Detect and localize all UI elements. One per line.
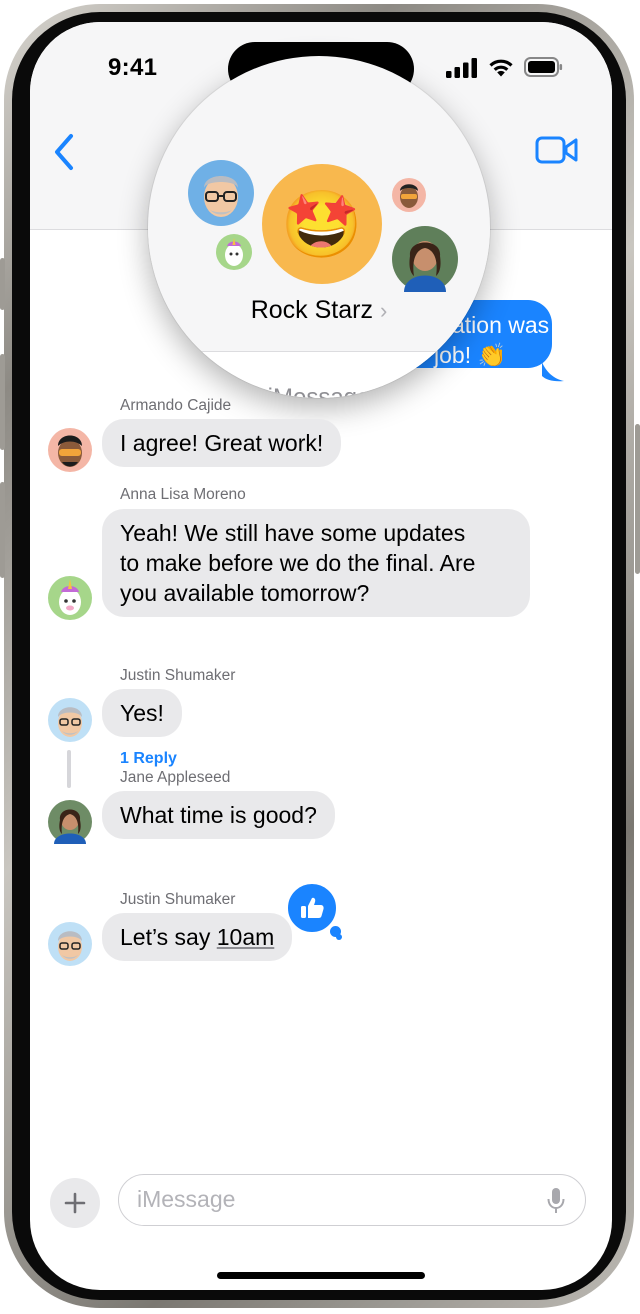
screen: 9:41 ation was job! 👏 iMessage — [30, 22, 612, 1290]
sender-name: Justin Shumaker — [120, 667, 236, 684]
message-text-line: Yeah! We still have some updates — [120, 520, 466, 546]
plus-icon — [64, 1192, 86, 1214]
justin-shumaker-avatar — [48, 698, 92, 742]
volume-down-button — [0, 482, 5, 578]
justin-shumaker-avatar — [48, 922, 92, 966]
action-button — [0, 258, 5, 310]
thumbs-up-icon — [301, 897, 324, 918]
anna-lisa-moreno-avatar — [216, 234, 252, 270]
message-text: What time is good? — [120, 802, 317, 828]
jane-appleseed-avatar — [48, 800, 92, 844]
microphone-icon[interactable] — [547, 1187, 565, 1215]
sender-name: Armando Cajide — [120, 397, 232, 414]
battery-icon — [524, 57, 563, 77]
message-bubble[interactable]: I agree! Great work! — [102, 419, 342, 467]
bubble-tail — [542, 362, 564, 382]
message-text: Yes! — [120, 700, 164, 726]
message-text-line: you available tomorrow? — [120, 580, 370, 606]
sender-name: Anna Lisa Moreno — [120, 486, 246, 503]
reply-count-link[interactable]: 1 Reply — [120, 750, 177, 768]
message-bubble[interactable]: What time is good? — [102, 791, 335, 839]
group-header-magnifier[interactable]: iMessage 🤩 Rock Starz › — [148, 56, 490, 398]
message-bubble[interactable]: Yes! — [102, 689, 182, 737]
plus-button[interactable] — [50, 1178, 100, 1228]
star-struck-emoji: 🤩 — [280, 187, 364, 261]
sender-name: Jane Appleseed — [120, 769, 231, 786]
justin-shumaker-avatar — [188, 160, 254, 226]
group-name-title[interactable]: Rock Starz › — [148, 296, 490, 325]
volume-up-button — [0, 354, 5, 450]
chevron-right-icon: › — [379, 298, 388, 323]
wifi-icon — [489, 59, 513, 77]
group-name: Rock Starz — [250, 296, 373, 324]
armando-cajide-avatar — [48, 428, 92, 472]
message-bubble[interactable]: Let’s say 10am — [102, 913, 293, 961]
cellular-signal-icon — [446, 58, 477, 78]
tapback-tail-small — [336, 934, 342, 940]
jane-appleseed-avatar — [392, 226, 458, 292]
message-input-field[interactable]: iMessage — [118, 1174, 586, 1226]
service-label: iMessage — [267, 384, 371, 398]
message-input-placeholder: iMessage — [137, 1186, 236, 1212]
status-time: 9:41 — [108, 54, 158, 81]
armando-cajide-avatar — [392, 178, 426, 212]
message-text: Let’s say — [120, 924, 217, 950]
time-data-detector-link[interactable]: 10am — [217, 924, 275, 950]
video-camera-icon[interactable] — [535, 134, 579, 166]
sender-name: Justin Shumaker — [120, 891, 236, 908]
power-button — [635, 424, 640, 574]
message-text: I agree! Great work! — [120, 430, 324, 456]
thread-line — [67, 750, 71, 788]
home-indicator[interactable] — [217, 1272, 425, 1279]
back-chevron-icon[interactable] — [50, 132, 78, 172]
message-bubble[interactable]: Yeah! We still have some updates to make… — [102, 509, 530, 617]
message-text-line: to make before we do the final. Are — [120, 550, 476, 576]
anna-lisa-moreno-avatar — [48, 576, 92, 620]
